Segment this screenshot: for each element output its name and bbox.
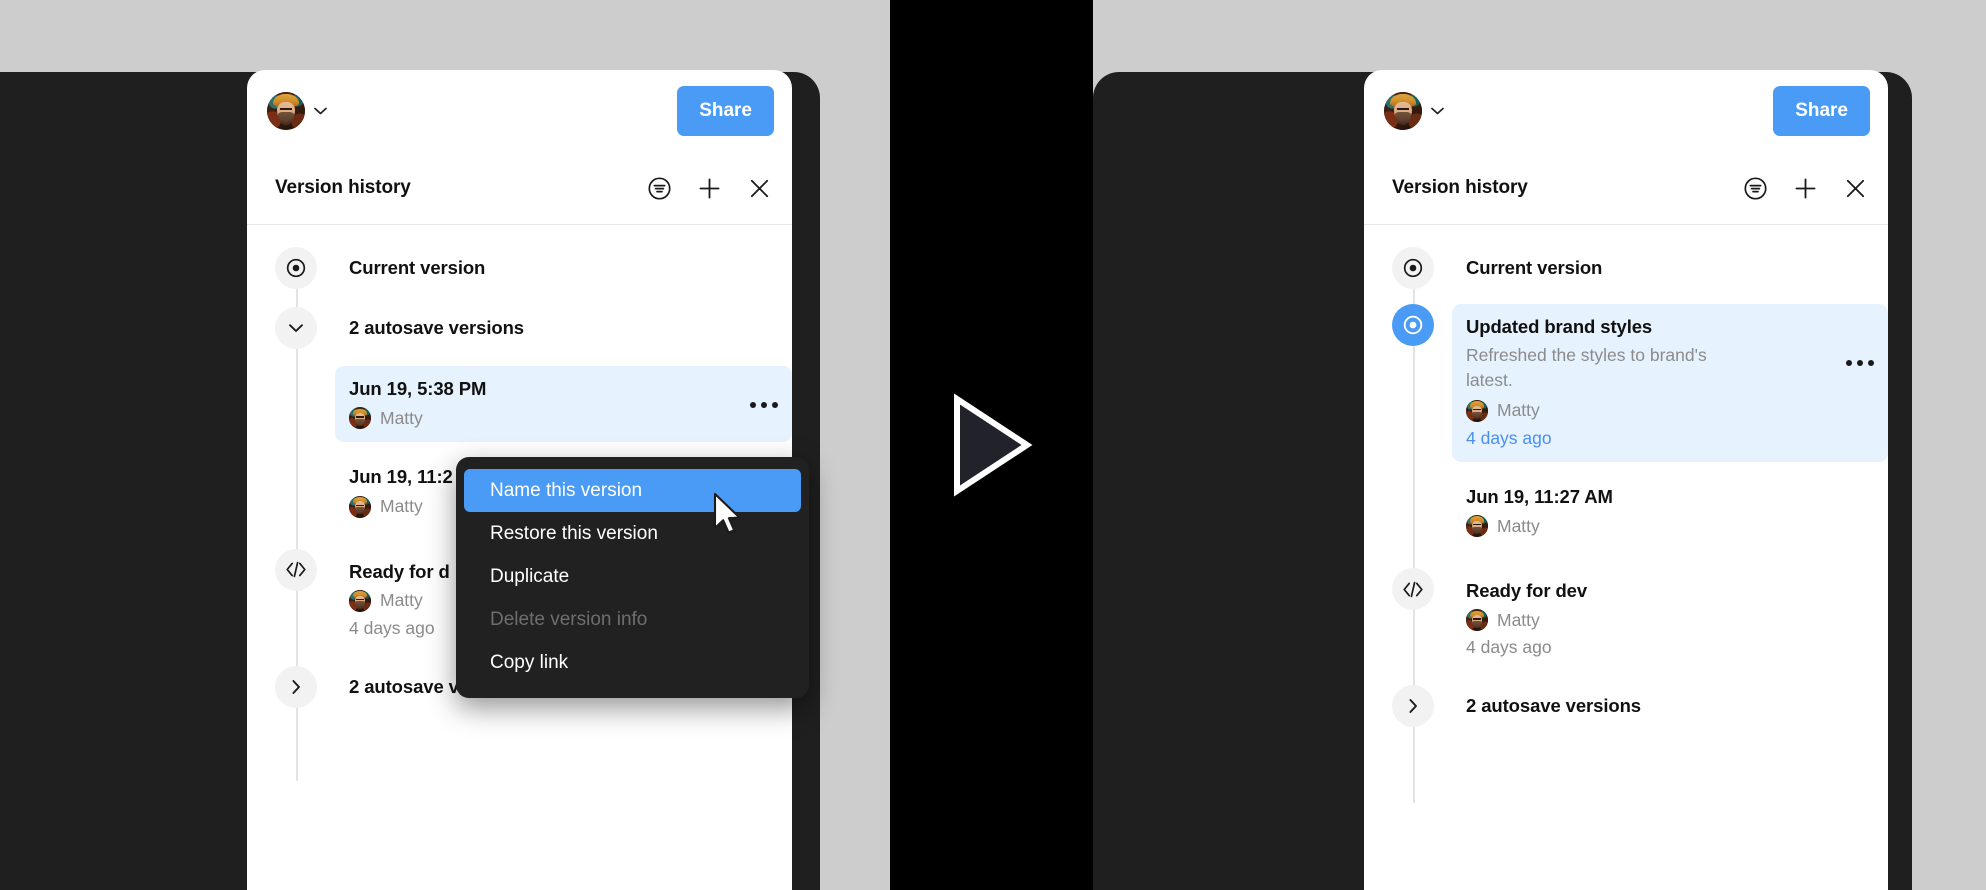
chevron-down-icon[interactable] <box>314 107 327 115</box>
avatar <box>349 589 371 612</box>
timeline-node-spacer <box>275 454 317 496</box>
panel-topbar-right: Share <box>1364 70 1888 152</box>
menu-item-restore-this-version[interactable]: Restore this version <box>464 512 801 555</box>
version-timeline-right: Current version Updated brand styles Ref… <box>1364 225 1888 803</box>
version-author: Matty <box>1466 399 1874 422</box>
menu-item-copy-link[interactable]: Copy link <box>464 641 801 684</box>
current-version-icon[interactable] <box>275 247 317 289</box>
code-icon[interactable] <box>1392 568 1434 611</box>
panel-section-header-left: Version history <box>247 152 792 225</box>
version-title: 2 autosave versions <box>349 317 524 339</box>
version-card[interactable]: Jun 19, 11:27 AM Matty <box>1452 474 1888 550</box>
version-timestamp[interactable]: 4 days ago <box>1466 428 1874 449</box>
panel-section-header-right: Version history <box>1364 152 1888 225</box>
avatar <box>1466 609 1488 632</box>
play-icon[interactable] <box>948 393 1036 497</box>
header-actions-right <box>1742 175 1868 201</box>
avatar[interactable] <box>267 92 305 130</box>
screenshot-scene: Share Version history Current version 2 … <box>0 0 1986 890</box>
account-menu-left[interactable] <box>267 92 327 130</box>
account-menu-right[interactable] <box>1384 92 1444 130</box>
chevron-right-icon[interactable] <box>1392 685 1434 728</box>
version-author: Matty <box>1466 609 1874 632</box>
menu-item-name-this-version[interactable]: Name this version <box>464 469 801 512</box>
page-title: Version history <box>1392 177 1528 198</box>
share-button[interactable]: Share <box>1773 86 1870 136</box>
filter-icon[interactable] <box>1742 175 1768 201</box>
version-title: Jun 19, 11:27 AM <box>1466 485 1613 507</box>
timeline-node-spacer <box>275 366 317 408</box>
version-card[interactable]: Jun 19, 5:38 PM Matty <box>335 366 792 443</box>
avatar[interactable] <box>1384 92 1422 130</box>
autosave-group-expanded[interactable]: 2 autosave versions <box>247 307 792 352</box>
page-title: Version history <box>275 177 411 198</box>
version-title: 2 autosave versions <box>1466 695 1641 717</box>
version-timestamp: 4 days ago <box>1466 637 1552 658</box>
version-description: Refreshed the styles to brand's latest. <box>1466 345 1707 391</box>
author-name: Matty <box>380 496 423 516</box>
version-row-current[interactable]: Current version <box>1364 247 1888 292</box>
menu-item-duplicate[interactable]: Duplicate <box>464 555 801 598</box>
version-title: Updated brand styles <box>1466 316 1653 338</box>
header-actions-left <box>646 175 772 201</box>
version-options-button[interactable] <box>750 402 778 409</box>
filter-icon[interactable] <box>646 175 672 201</box>
avatar <box>349 407 371 430</box>
panel-topbar-left: Share <box>247 70 792 152</box>
avatar <box>1466 399 1488 422</box>
version-row-jun-19-1127[interactable]: Jun 19, 11:27 AM Matty <box>1364 474 1888 550</box>
version-options-button[interactable] <box>1846 360 1874 367</box>
chevron-right-icon[interactable] <box>275 665 317 708</box>
menu-item-delete-version-info: Delete version info <box>490 608 648 630</box>
version-title: Current version <box>1466 257 1603 278</box>
avatar <box>1466 515 1488 538</box>
version-card[interactable]: Updated brand styles Refreshed the style… <box>1452 304 1888 462</box>
version-row-current[interactable]: Current version <box>247 247 792 292</box>
current-version-icon[interactable] <box>1392 247 1434 289</box>
author-name: Matty <box>1497 400 1540 421</box>
video-letterbox-band <box>890 0 1093 890</box>
plus-icon[interactable] <box>696 175 722 201</box>
plus-icon[interactable] <box>1792 175 1818 201</box>
chevron-down-icon[interactable] <box>275 307 317 350</box>
version-card[interactable]: Ready for dev Matty 4 days ago <box>1452 568 1888 671</box>
version-row-updated-brand-styles[interactable]: Updated brand styles Refreshed the style… <box>1364 304 1888 462</box>
author-name: Matty <box>1497 515 1540 536</box>
version-row-ready-for-dev[interactable]: Ready for dev Matty 4 days ago <box>1364 568 1888 671</box>
version-title: Jun 19, 5:38 PM <box>349 378 487 400</box>
version-context-menu: Name this version Restore this version D… <box>456 457 809 698</box>
version-title: Ready for dev <box>1466 580 1588 602</box>
chevron-down-icon[interactable] <box>1431 107 1444 115</box>
author-name: Matty <box>1497 609 1540 630</box>
version-row-autosave-1[interactable]: Jun 19, 5:38 PM Matty <box>247 366 792 443</box>
version-author: Matty <box>1466 515 1874 538</box>
timeline-node-spacer <box>1392 474 1434 516</box>
close-icon[interactable] <box>746 175 772 201</box>
share-button[interactable]: Share <box>677 86 774 136</box>
autosave-group-collapsed[interactable]: 2 autosave versions <box>1364 685 1888 730</box>
version-author: Matty <box>349 407 778 430</box>
author-name: Matty <box>380 590 423 611</box>
code-icon[interactable] <box>275 548 317 591</box>
version-title: Current version <box>349 257 486 278</box>
close-icon[interactable] <box>1842 175 1868 201</box>
avatar <box>349 495 371 518</box>
named-version-icon[interactable] <box>1392 304 1434 347</box>
version-history-panel-right: Share Version history Current version Up… <box>1364 70 1888 890</box>
author-name: Matty <box>380 407 423 428</box>
